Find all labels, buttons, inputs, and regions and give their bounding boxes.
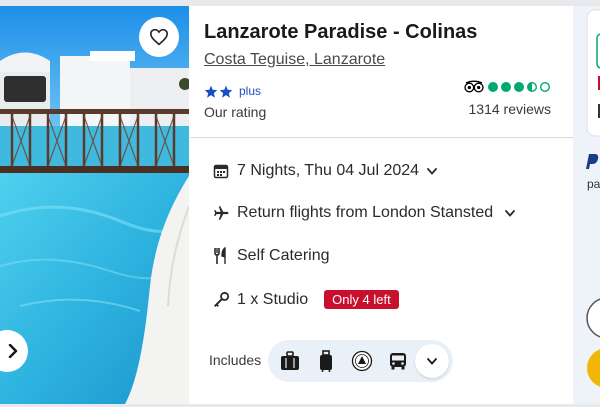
dates-selector[interactable]: 7 Nights, Thu 04 Jul 2024: [212, 162, 437, 180]
tripadvisor-owl-icon: [464, 80, 484, 93]
svg-text:pa: pa: [587, 177, 600, 191]
hand-luggage-icon: [314, 349, 338, 373]
holiday-card: Lanzarote Paradise - Colinas Costa Tegui…: [0, 6, 600, 404]
luggage-icon: [278, 349, 302, 373]
dates-text: 7 Nights, Thu 04 Jul 2024: [237, 162, 420, 179]
board-basis: Self Catering: [212, 247, 330, 265]
star-rating: plus: [204, 84, 261, 98]
heart-icon: [149, 28, 169, 46]
price-panel: pa: [573, 6, 600, 404]
board-text: Self Catering: [237, 247, 330, 264]
includes-label: Includes: [209, 352, 262, 368]
hotel-location-link[interactable]: Costa Teguise, Lanzarote: [204, 51, 385, 69]
review-count[interactable]: 1314 reviews: [469, 101, 552, 117]
availability-badge: Only 4 left: [324, 290, 399, 309]
cutlery-icon: [212, 247, 230, 265]
flights-text: Return flights from London Stansted: [237, 204, 494, 221]
chevron-down-icon: [505, 209, 516, 217]
rating-label: Our rating: [204, 104, 267, 120]
flights-selector[interactable]: Return flights from London Stansted: [212, 204, 516, 222]
plane-icon: [212, 204, 230, 222]
calendar-icon: [212, 162, 230, 180]
hotel-name[interactable]: Lanzarote Paradise - Colinas: [204, 21, 477, 44]
key-icon: [212, 291, 230, 309]
atol-protected-icon: [350, 349, 374, 373]
divider: [190, 137, 573, 138]
hotel-photo[interactable]: [0, 6, 189, 404]
includes-icons: [268, 340, 453, 382]
star-icon: [219, 85, 233, 98]
hotel-info: Lanzarote Paradise - Colinas Costa Tegui…: [190, 6, 573, 404]
tripadvisor-bubbles-icon: [488, 81, 551, 92]
chevron-down-icon: [427, 167, 437, 175]
favourite-button[interactable]: [139, 17, 179, 57]
chevron-right-icon: [8, 344, 18, 358]
hotel-pool-image: [0, 6, 189, 404]
rating-plus-label: plus: [239, 84, 262, 98]
tripadvisor-rating[interactable]: [464, 80, 551, 93]
star-icon: [204, 85, 218, 98]
room-text: 1 x Studio: [237, 290, 309, 308]
transfer-bus-icon: [386, 349, 410, 373]
room-info: 1 x Studio Only 4 left: [212, 290, 399, 309]
chevron-down-icon: [427, 357, 437, 365]
expand-includes-button[interactable]: [415, 344, 449, 378]
